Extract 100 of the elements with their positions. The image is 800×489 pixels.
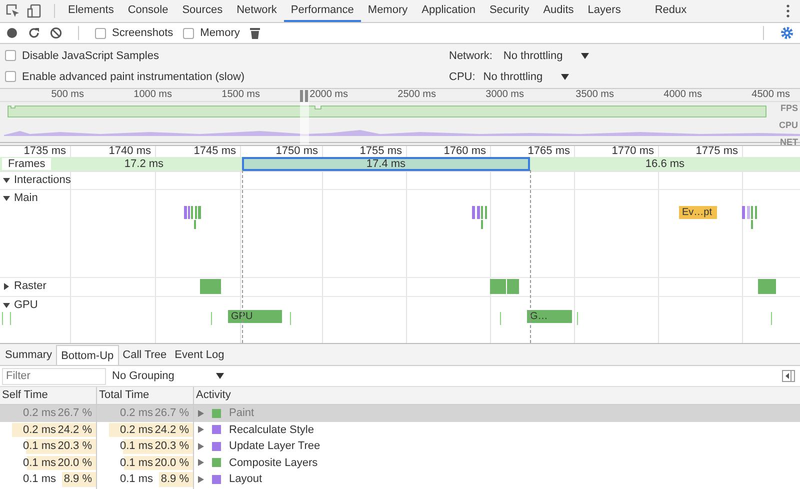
panel-tab[interactable]: Redux	[648, 0, 694, 22]
event-block[interactable]: GPU	[228, 310, 282, 323]
throttle-select[interactable]: No throttling	[503, 50, 589, 62]
grouping-select[interactable]: No Grouping	[112, 370, 224, 382]
frame-block[interactable]: 16.6 ms	[530, 157, 800, 171]
table-cell-text: 0.2 ms	[118, 424, 153, 436]
filter-field[interactable]: Filter	[2, 368, 106, 384]
caret-icon[interactable]	[3, 194, 10, 202]
table-cell: 20.0 %	[154, 456, 189, 469]
selection-window[interactable]	[300, 101, 309, 145]
overview-track-label: FPS	[780, 103, 798, 113]
overview-tick-label: 1500 ms	[222, 89, 260, 100]
time-tick-label: 1765 ms	[526, 146, 570, 157]
table-cell: Recalculate Style	[229, 424, 314, 436]
table-cell: 24.2 %	[154, 424, 189, 436]
settings-checkbox[interactable]: Enable advanced paint instrumentation (slow)	[5, 70, 449, 82]
table-cell: Update Layer Tree	[229, 440, 320, 452]
settings-checkbox[interactable]: Disable JavaScript Samples	[5, 50, 449, 62]
event-bar[interactable]	[747, 206, 750, 219]
table-cell: 8.9 %	[160, 473, 189, 486]
overview-tick-label: 4500 ms	[752, 89, 790, 100]
overview-tick-label: 2000 ms	[310, 89, 348, 100]
expand-icon[interactable]	[198, 459, 204, 466]
time-tick-label: 1770 ms	[610, 146, 654, 157]
frame-block[interactable]: 17.2 ms	[50, 157, 238, 171]
event-bar[interactable]	[198, 206, 201, 219]
raster-block[interactable]	[490, 279, 506, 294]
more-icon[interactable]	[786, 4, 790, 18]
track-label: Frames	[2, 158, 52, 170]
panel-tab[interactable]: Layers	[580, 0, 628, 22]
track-header[interactable]: Raster	[3, 280, 46, 292]
panel-tab[interactable]: Memory	[360, 0, 415, 22]
event-bar[interactable]	[472, 206, 475, 219]
toolbar-checkbox[interactable]: Memory	[183, 27, 240, 39]
reload-icon[interactable]	[28, 27, 40, 39]
table-cell: Composite Layers	[229, 456, 318, 469]
table-cell: Paint	[229, 407, 254, 420]
panel-tab[interactable]: Sources	[175, 0, 230, 22]
table-row[interactable]: 0.1 ms20.0 % 0.1 ms20.0 % Composite Layers	[0, 454, 800, 471]
table-cell-text: 0.1 ms	[22, 473, 56, 486]
sidebar-toggle-icon[interactable]	[782, 370, 795, 382]
raster-block[interactable]	[758, 279, 776, 294]
panel-tab[interactable]: Audits	[536, 0, 581, 22]
overview-tick-label: 3500 ms	[576, 89, 614, 100]
table-cell-text: 0.1 ms	[118, 473, 153, 486]
table-cell-text: 0.1 ms	[22, 456, 56, 469]
expand-icon[interactable]	[198, 410, 204, 417]
raster-block[interactable]	[507, 279, 519, 294]
device-icon[interactable]	[27, 4, 41, 18]
toolbar-checkbox[interactable]: Screenshots	[95, 27, 174, 39]
window-handle[interactable]	[300, 90, 303, 102]
details-tab[interactable]: Summary	[1, 345, 56, 365]
raster-block[interactable]	[200, 279, 221, 294]
trash-icon[interactable]	[250, 27, 260, 39]
table-row[interactable]: 0.2 ms24.2 % 0.2 ms24.2 % Recalculate Style	[0, 422, 800, 438]
caret-icon[interactable]	[3, 282, 10, 290]
table-cell: 20.3 %	[154, 440, 189, 452]
caret-icon	[580, 52, 589, 58]
clear-icon[interactable]	[50, 27, 62, 39]
expand-icon[interactable]	[198, 426, 204, 434]
panel-tab[interactable]: Security	[482, 0, 536, 22]
details-tab[interactable]: Event Log	[170, 345, 228, 365]
time-tick-label: 1760 ms	[442, 146, 486, 157]
window-handle[interactable]	[305, 90, 308, 102]
inspect-icon[interactable]	[6, 4, 20, 18]
track-header[interactable]: GPU	[3, 299, 38, 311]
panel-tab[interactable]: Application	[414, 0, 482, 22]
caret-icon	[560, 74, 569, 80]
event-bar[interactable]	[742, 206, 745, 219]
event-bar[interactable]	[184, 206, 187, 219]
panel-tab[interactable]: Performance	[284, 0, 361, 22]
track-header[interactable]: Main	[3, 192, 38, 204]
caret-icon[interactable]	[3, 176, 10, 184]
details-tab[interactable]: Bottom-Up	[56, 345, 119, 365]
details-tab[interactable]: Call Tree	[118, 345, 171, 365]
panel-tab[interactable]: Console	[120, 0, 176, 22]
column-header[interactable]: Self Time	[0, 387, 97, 404]
track-header[interactable]: Interactions	[3, 174, 71, 186]
table-row[interactable]: 0.1 ms 8.9 % 0.1 ms 8.9 % Layout	[0, 471, 800, 488]
expand-icon[interactable]	[198, 442, 204, 450]
time-tick-label: 1740 ms	[108, 146, 151, 157]
table-cell-text: 0.1 ms	[118, 456, 153, 469]
table-cell: 26.7 %	[58, 407, 92, 420]
event-bar[interactable]	[477, 206, 480, 219]
event-block[interactable]: Ev…pt	[679, 206, 717, 219]
overview-tick-label: 3000 ms	[486, 89, 524, 100]
frame-block[interactable]: 17.4 ms	[242, 157, 530, 171]
record-icon[interactable]	[6, 27, 18, 39]
caret-icon[interactable]	[3, 302, 10, 308]
expand-icon[interactable]	[198, 476, 204, 483]
panel-tab[interactable]: Network	[230, 0, 284, 22]
throttle-select[interactable]: No throttling	[483, 70, 569, 82]
column-header[interactable]: Activity	[194, 387, 800, 404]
table-cell-text: 0.2 ms	[22, 407, 56, 420]
time-tick-label: 1750 ms	[274, 146, 318, 157]
column-header[interactable]: Total Time	[97, 387, 194, 404]
panel-tab[interactable]: Elements	[61, 0, 121, 22]
table-row[interactable]: 0.1 ms20.3 % 0.1 ms20.3 % Update Layer Tree	[0, 438, 800, 454]
table-cell-text: 0.2 ms	[118, 407, 153, 420]
settings-icon[interactable]	[780, 26, 794, 40]
